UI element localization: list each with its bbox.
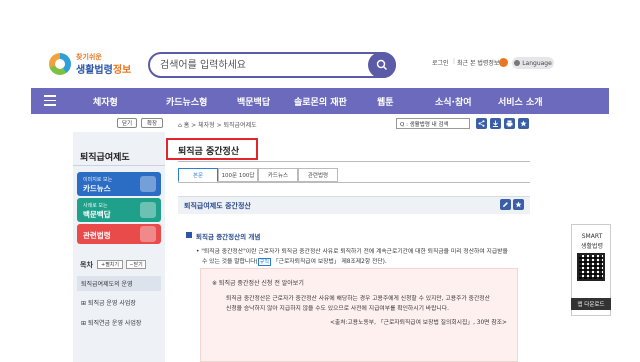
bullet-square-icon [186, 232, 192, 238]
toc-collapse-button[interactable]: − 닫기 [126, 260, 146, 269]
util-divider: | [453, 58, 456, 65]
sidebar-expand-button[interactable]: 확장 [141, 118, 163, 128]
tab-laws[interactable]: 관련법령 [298, 168, 338, 182]
search-box [148, 52, 396, 78]
home-icon: ⌂ [178, 122, 182, 129]
concept-paragraph: • "퇴직금 중간정산"이란 근로자가 퇴직금 중간정산 사유로 퇴직하기 전에… [196, 249, 508, 255]
content-search-select[interactable]: Q : 생활법령 내 검색 [396, 118, 470, 129]
sidebar-card-qa[interactable]: 사례로 보는 백문백답 [77, 198, 161, 222]
language-label: Language [522, 59, 552, 67]
nav-item-cardnews[interactable]: 카드뉴스형 [166, 95, 207, 108]
nav-item-about[interactable]: 서비스 소개 [498, 95, 543, 108]
tab-body[interactable]: 본문 [178, 168, 218, 182]
rule-tag[interactable]: 규칙 [257, 258, 271, 266]
page-title: 퇴직금 중간정산 [178, 147, 240, 157]
title-divider [178, 161, 530, 162]
app-download-button[interactable]: 앱 다운로드 [571, 298, 611, 310]
card-subtitle: 사례로 보는 [83, 203, 108, 209]
print-icon[interactable] [504, 118, 515, 129]
toc-item[interactable]: 퇴직급여제도의 운영 [77, 276, 161, 291]
toc-label: 목차 [80, 261, 93, 269]
person-question-icon [140, 202, 156, 218]
sidebar-title: 퇴직급여제도 [80, 153, 130, 163]
share-icon[interactable] [476, 118, 487, 129]
breadcrumb: ⌂ 홈 > 체자형 > 퇴직급여제도 [178, 122, 257, 129]
law-book-icon [140, 226, 156, 242]
login-link[interactable]: 로그인 [432, 58, 449, 67]
notice-source: <출처:고용노동부, 「근로자퇴직급여 보장법 질의회시집」, 30면 참조> [330, 320, 507, 326]
language-button[interactable]: Language [512, 57, 554, 69]
sidebar-close-button[interactable]: 닫기 [117, 118, 137, 128]
hamburger-menu-icon[interactable] [44, 95, 56, 107]
search-icon [376, 59, 388, 71]
notice-text: 퇴직금 중간정산은 근로자가 중간정산 사유에 해당하는 경우 고용주에게 신청… [226, 296, 490, 302]
recent-badge-icon [499, 58, 508, 67]
qr-code-icon [577, 253, 605, 281]
card-title: 백문백답 [83, 210, 111, 219]
recent-link[interactable]: 최근 본 법령정보 [457, 58, 499, 67]
globe-icon [514, 60, 521, 66]
section-title: 퇴직급여제도 중간정산 [184, 202, 251, 210]
nav-item-news[interactable]: 소식·참여 [435, 95, 472, 108]
qr-title-line2: 생활법령 [580, 243, 604, 250]
sidebar-card-cardnews[interactable]: 이미지로 보는 카드뉴스 [77, 172, 161, 196]
card-title: 카드뉴스 [83, 184, 111, 193]
toc-item[interactable]: ⊞ 퇴직금 운영 사업장 [77, 298, 161, 307]
logo-mark-icon [49, 53, 71, 75]
nav-item-webtoon[interactable]: 웹툰 [377, 95, 394, 108]
tab-100qa[interactable]: 100문 100답 [218, 168, 258, 182]
search-input[interactable] [160, 57, 360, 73]
sidebar-divider [73, 165, 165, 166]
star-icon[interactable] [513, 199, 524, 210]
concept-heading: 퇴직금 중간정산의 개념 [196, 233, 261, 241]
download-icon[interactable] [490, 118, 501, 129]
edit-icon[interactable] [500, 199, 511, 210]
sidebar-card-laws[interactable]: 관련법령 [77, 224, 161, 244]
site-logo[interactable]: 찾기쉬운 생활법령정보 [49, 50, 132, 78]
card-subtitle: 이미지로 보는 [83, 177, 113, 183]
nav-item-solomon[interactable]: 솔로몬의 재판 [294, 95, 347, 108]
search-button[interactable] [368, 52, 396, 78]
sidebar-panel [73, 132, 165, 362]
nav-item-qa[interactable]: 백문백답 [237, 95, 270, 108]
notice-heading: ※ 퇴직금 중간정산 신청 전 알아보기 [212, 280, 304, 287]
logo-title: 생활법령정보 [76, 65, 132, 76]
toc-item[interactable]: ⊞ 퇴직연금 운영 사업장 [77, 318, 161, 327]
qr-title-line1: SMART [581, 233, 603, 240]
tab-divider [178, 182, 530, 183]
tab-cardnews[interactable]: 카드뉴스 [258, 168, 298, 182]
monitor-icon [140, 176, 156, 192]
card-title: 관련법령 [83, 231, 111, 240]
bookmark-star-icon[interactable] [518, 118, 529, 129]
toc-expand-button[interactable]: + 펼치기 [97, 260, 123, 269]
nav-item-body[interactable]: 체자형 [93, 95, 118, 108]
notice-text: 신청을 승낙하지 않아 지급하지 않을 수도 있으므로 사전에 지급여부를 확인… [226, 306, 449, 312]
concept-paragraph-cont: 수 있는 것을 말합니다(규칙 「근로자퇴직급여 보장법」 제8조제2항 전단)… [202, 258, 387, 266]
